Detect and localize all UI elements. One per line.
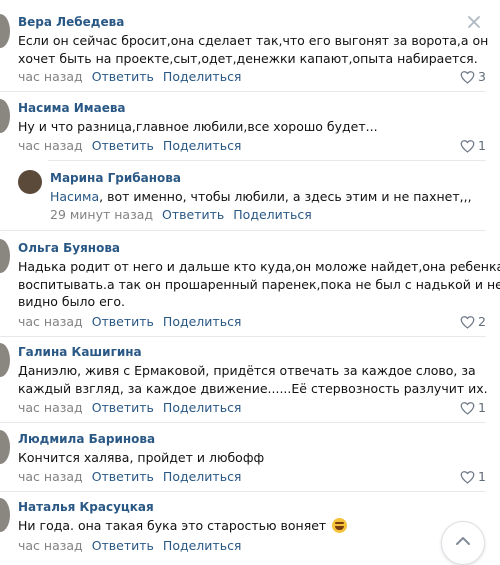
comment-text-line: Ни года. она такая бука это старостью во… (18, 517, 348, 535)
heart-icon (460, 471, 475, 484)
comment-text-line: Надька родит от него и дальше кто куда,о… (18, 259, 500, 274)
comment-time[interactable]: час назад (18, 69, 83, 84)
comment-text-line: Даниэлю, живя с Ермаковой, придётся отве… (18, 363, 476, 378)
comment-text-line: хочет быть на проекте,сыт,одет,денежки к… (18, 50, 478, 66)
comment-text: Кончится халява, пройдет и любофф (18, 449, 264, 467)
comment-text: Даниэлю, живя с Ермаковой, придётся отве… (18, 362, 488, 397)
close-icon[interactable] (466, 14, 482, 30)
comment-time[interactable]: 29 минут назад (50, 207, 153, 222)
comment-text: Насима, вот именно, чтобы любили, а здес… (50, 188, 472, 206)
like-count: 1 (478, 400, 486, 415)
avatar[interactable] (0, 14, 10, 48)
avatar[interactable] (0, 239, 10, 273)
reply-link[interactable]: Ответить (92, 469, 154, 484)
share-link[interactable]: Поделиться (233, 207, 312, 222)
comment-meta: час назад Ответить Поделиться (18, 69, 241, 84)
reply-link[interactable]: Ответить (92, 400, 154, 415)
comment-time[interactable]: час назад (18, 138, 83, 153)
comment-author[interactable]: Ольга Буянова (18, 241, 120, 255)
like-button[interactable]: 1 (460, 400, 486, 415)
like-button[interactable]: 1 (460, 469, 486, 484)
mention-link[interactable]: Насима (50, 189, 99, 204)
share-link[interactable]: Поделиться (163, 469, 242, 484)
comment-meta: час назад Ответить Поделиться (18, 469, 241, 484)
scroll-to-top-button[interactable] (441, 521, 485, 565)
chevron-up-icon (456, 537, 470, 545)
divider (0, 422, 486, 423)
reply-link[interactable]: Ответить (92, 138, 154, 153)
avatar[interactable] (0, 430, 10, 464)
like-button[interactable]: 2 (460, 314, 486, 329)
comment-meta: час назад Ответить Поделиться (18, 400, 241, 415)
comment-time[interactable]: час назад (18, 538, 83, 553)
divider (0, 230, 486, 231)
comment-text-line: видно было его. (18, 294, 125, 309)
reply-link[interactable]: Ответить (92, 314, 154, 329)
share-link[interactable]: Поделиться (163, 69, 242, 84)
comment-text-fragment: , вот именно, чтобы любили, а здесь этим… (99, 189, 472, 204)
divider (0, 491, 486, 492)
like-button[interactable]: 3 (460, 69, 486, 84)
comment-text-line: воспитывать.а так он прошаренный паренек… (18, 276, 500, 292)
share-link[interactable]: Поделиться (163, 314, 242, 329)
like-count: 1 (478, 138, 486, 153)
divider (48, 160, 486, 161)
reply-link[interactable]: Ответить (162, 207, 224, 222)
comment-text: Ну и что разница,главное любили,все хоро… (18, 118, 378, 136)
comment-author[interactable]: Марина Грибанова (50, 171, 181, 185)
comment-meta: 29 минут назад Ответить Поделиться (50, 207, 312, 222)
comment-meta: час назад Ответить Поделиться (18, 138, 241, 153)
comment-text-line: Ну и что разница,главное любили,все хоро… (18, 119, 378, 134)
heart-icon (460, 140, 475, 153)
comment-time[interactable]: час назад (18, 469, 83, 484)
like-count: 3 (478, 69, 486, 84)
like-count: 1 (478, 469, 486, 484)
comment-text: Ни года. она такая бука это старостью во… (18, 517, 348, 535)
comment-time[interactable]: час назад (18, 400, 83, 415)
heart-icon (460, 316, 475, 329)
comment-author[interactable]: Галина Кашигина (18, 345, 142, 359)
comment-meta: час назад Ответить Поделиться (18, 538, 241, 553)
comment-author[interactable]: Насима Имаева (18, 101, 126, 115)
comment-text-line: Насима, вот именно, чтобы любили, а здес… (50, 188, 472, 206)
reply-link[interactable]: Ответить (92, 69, 154, 84)
reply-link[interactable]: Ответить (92, 538, 154, 553)
comment-time[interactable]: час назад (18, 314, 83, 329)
comment-author[interactable]: Вера Лебедева (18, 15, 124, 29)
comment-author[interactable]: Людмила Баринова (18, 432, 155, 446)
comment-author[interactable]: Наталья Красуцкая (18, 500, 154, 514)
heart-icon (460, 402, 475, 415)
divider (0, 336, 486, 337)
avatar[interactable] (18, 170, 42, 194)
avatar[interactable] (0, 99, 10, 133)
comment-text-line: Если он сейчас бросит,она сделает так,чт… (18, 33, 489, 48)
share-link[interactable]: Поделиться (163, 400, 242, 415)
like-button[interactable]: 1 (460, 138, 486, 153)
comment-meta: час назад Ответить Поделиться (18, 314, 241, 329)
comment-text-fragment: Ни года. она такая бука это старостью во… (18, 518, 327, 533)
like-count: 2 (478, 314, 486, 329)
comment-text: Если он сейчас бросит,она сделает так,чт… (18, 32, 488, 67)
divider (0, 91, 486, 92)
share-link[interactable]: Поделиться (163, 538, 242, 553)
share-link[interactable]: Поделиться (163, 138, 242, 153)
comment-text: Надька родит от него и дальше кто куда,о… (18, 258, 500, 311)
comment-text-line: Кончится халява, пройдет и любофф (18, 450, 265, 465)
avatar[interactable] (0, 343, 10, 377)
comment-text-line: каждый взгляд, за каждое движение......Е… (18, 380, 488, 396)
rofl-emoji-icon (332, 518, 348, 533)
heart-icon (460, 71, 475, 84)
avatar[interactable] (0, 498, 10, 532)
